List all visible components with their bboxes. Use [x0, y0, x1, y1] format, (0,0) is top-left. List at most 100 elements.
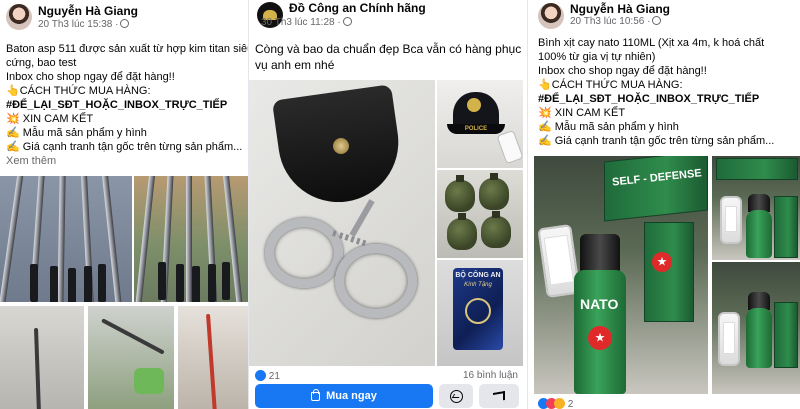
grenade-shape	[445, 175, 475, 212]
post-line: Baton asp 511 được sản xuất từ hợp kim t…	[6, 43, 248, 55]
phone-screen	[723, 322, 735, 354]
post-hashtag[interactable]: #ĐỂ_LẠI_SĐT_HOẶC_INBOX_TRỰC_TIẾP	[6, 98, 248, 112]
author-name[interactable]: Nguyễn Hà Giang	[38, 4, 138, 18]
spray-cap	[580, 234, 620, 274]
baton-shape	[134, 176, 156, 302]
phone-screen	[725, 206, 737, 232]
post-image-batons-2[interactable]	[134, 176, 248, 302]
reaction-summary[interactable]: 2	[538, 398, 573, 409]
post-pepper-spray: Nguyễn Hà Giang 20 Th3 lúc 10:56 · Bình …	[527, 0, 800, 409]
post-baton: Nguyễn Hà Giang 20 Th3 lúc 15:38 · Baton…	[0, 0, 248, 409]
post-line: ✍️ Giá cạnh tranh tận gốc trên từng sản …	[6, 141, 243, 153]
baton-grip	[30, 264, 38, 302]
post-timestamp[interactable]: 30 Th3 lúc 11:28 ·	[261, 17, 352, 28]
share-icon	[493, 390, 505, 402]
baton-shape	[34, 327, 42, 409]
cuff-key	[349, 199, 375, 237]
spray-can	[746, 210, 772, 258]
post-hashtag[interactable]: #ĐỂ_LẠI_SĐT_HOẶC_INBOX_TRỰC_TIẾP	[538, 92, 800, 106]
globe-icon	[120, 19, 130, 28]
baton-grip	[98, 264, 106, 302]
post-image-baton-thumb-2[interactable]	[88, 306, 174, 409]
post-timestamp[interactable]: 20 Th3 lúc 15:38 ·	[38, 19, 130, 30]
reaction-summary[interactable]: 21	[255, 370, 280, 382]
post-line: ✍️ Mẫu mã sản phẩm y hình	[6, 127, 147, 139]
comment-count[interactable]: 16 bình luận	[463, 370, 518, 381]
post-line: ✍️ Mẫu mã sản phẩm y hình	[538, 121, 679, 133]
grenade-shape	[479, 173, 509, 210]
phone-shape	[720, 196, 742, 244]
star-logo-icon	[588, 326, 612, 350]
post-body: Còng và bao da chuẩn đẹp Bca vẫn có hàng…	[255, 41, 523, 73]
phone-shape	[496, 129, 523, 165]
see-more-link[interactable]: Xem thêm	[6, 154, 248, 168]
globe-icon	[652, 16, 662, 25]
cuff-ring	[335, 244, 417, 318]
buy-now-label: Mua ngay	[326, 390, 377, 402]
baton-grip	[68, 268, 76, 302]
timestamp-text[interactable]: 20 Th3 lúc 15:38 ·	[38, 19, 118, 30]
share-button[interactable]	[479, 384, 519, 408]
baton-grip	[84, 266, 92, 302]
lighter-subtitle: Kính Tặng	[464, 282, 492, 288]
post-handcuffs: Đồ Công an Chính hãng 30 Th3 lúc 11:28 ·…	[248, 0, 524, 409]
post-line: 💥 XIN CAM KẾT	[538, 107, 626, 119]
post-line: 👆CÁCH THỨC MUA HÀNG:	[6, 85, 151, 97]
post-header: Nguyễn Hà Giang 20 Th3 lúc 15:38 ·	[0, 0, 248, 36]
baton-grip	[192, 266, 200, 302]
grenade-shape	[481, 211, 511, 248]
post-image-baton-thumb-1[interactable]	[0, 306, 84, 409]
author-name[interactable]: Nguyễn Hà Giang	[570, 2, 670, 16]
timestamp-text[interactable]: 20 Th3 lúc 10:56 ·	[570, 16, 650, 27]
spray-can	[746, 308, 772, 368]
product-box	[604, 156, 708, 222]
post-image-lighter[interactable]: BỘ CÔNG AN Kính Tặng	[437, 260, 523, 366]
lighter-title: BỘ CÔNG AN	[455, 272, 501, 279]
baton-shape	[0, 176, 26, 302]
baton-shape	[206, 313, 217, 409]
grenade-shape	[447, 213, 477, 250]
post-image-grenade-lighters[interactable]	[437, 170, 523, 258]
post-image-baton-thumb-3[interactable]	[178, 306, 248, 409]
post-line: cứng, bao test	[6, 57, 77, 69]
post-image-spray-2[interactable]	[712, 156, 800, 260]
messenger-icon	[449, 389, 463, 403]
star-logo-icon	[652, 252, 672, 272]
post-body: Bình xịt cay nato 110ML (Xịt xa 4m, k ho…	[538, 36, 800, 148]
product-box	[716, 158, 798, 180]
post-image-batons-1[interactable]	[0, 176, 132, 302]
post-header: Đồ Công an Chính hãng 30 Th3 lúc 11:28 ·	[249, 0, 524, 36]
page-name[interactable]: Đồ Công an Chính hãng	[289, 1, 426, 15]
baton-grip	[222, 262, 230, 300]
shopping-bag-icon	[311, 388, 321, 401]
post-timestamp[interactable]: 20 Th3 lúc 10:56 ·	[570, 16, 662, 27]
post-image-police-cap[interactable]: POLICE	[437, 80, 523, 168]
cuff-ring	[265, 218, 343, 288]
post-line: Còng và bao da chuẩn đẹp Bca vẫn có hàng…	[255, 42, 522, 56]
phone-screen	[543, 234, 575, 286]
product-box	[774, 196, 798, 258]
post-line: ✍️ Giá cạnh tranh tận gốc trên từng sản …	[538, 135, 775, 147]
can-label: NATO	[580, 296, 619, 312]
post-image-handcuffs[interactable]	[249, 80, 435, 366]
post-line: 100% từ gia vị tự nhiên)	[538, 51, 656, 63]
post-line: Inbox cho shop ngay để đặt hàng!!	[6, 71, 175, 83]
baton-grip	[50, 266, 58, 302]
messenger-button[interactable]	[439, 384, 473, 408]
post-image-spray-3[interactable]	[712, 262, 800, 394]
post-image-spray-main[interactable]: SELF - DEFENSE NATO	[534, 156, 708, 394]
author-avatar[interactable]	[538, 3, 564, 29]
post-line: vụ anh em nhé	[255, 58, 335, 72]
globe-icon	[342, 17, 352, 26]
phone-shape	[718, 312, 740, 366]
timestamp-text[interactable]: 30 Th3 lúc 11:28 ·	[261, 17, 341, 28]
reaction-count: 21	[268, 371, 280, 382]
buy-now-button[interactable]: Mua ngay	[255, 384, 433, 408]
post-line: Inbox cho shop ngay để đặt hàng!!	[538, 65, 707, 77]
holster-snap	[333, 138, 349, 154]
baton-shape	[57, 176, 66, 302]
author-avatar[interactable]	[6, 4, 32, 30]
baton-grip	[176, 264, 184, 302]
product-box	[774, 302, 798, 368]
post-line: Bình xịt cay nato 110ML (Xịt xa 4m, k ho…	[538, 37, 765, 49]
